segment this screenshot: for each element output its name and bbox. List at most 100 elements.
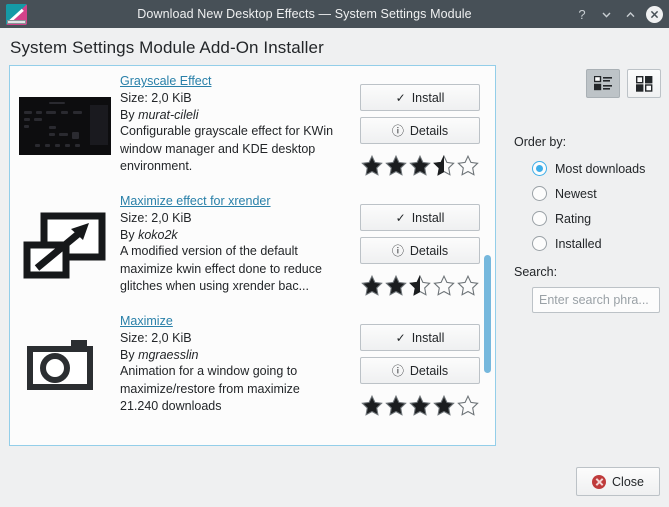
chevron-up-icon[interactable] — [619, 3, 641, 25]
author-name: murat-cileli — [138, 107, 199, 122]
install-button[interactable]: ✓ Install — [360, 204, 480, 231]
grid-view-icon — [635, 75, 652, 92]
star-icon[interactable] — [432, 394, 456, 417]
radio-label: Installed — [555, 236, 602, 251]
scrollbar-thumb[interactable] — [484, 255, 491, 373]
star-icon[interactable] — [408, 154, 432, 177]
list-item[interactable]: Grayscale Effect Size: 2,0 KiB By murat-… — [10, 66, 495, 186]
camera-placeholder-icon — [27, 340, 93, 390]
close-button-label: Close — [612, 474, 644, 489]
rating-stars[interactable] — [360, 273, 480, 297]
addon-thumbnail — [16, 198, 114, 294]
radio-indicator — [532, 186, 547, 201]
star-icon[interactable] — [456, 274, 480, 297]
addon-actions: ✓ Install ⓘ Details — [360, 324, 480, 417]
addon-list: Grayscale Effect Size: 2,0 KiB By murat-… — [10, 66, 495, 426]
addon-summary: Animation for a window going to maximize… — [120, 364, 300, 396]
install-button-label: Install — [411, 330, 445, 345]
star-icon[interactable] — [384, 274, 408, 297]
rating-stars[interactable] — [360, 393, 480, 417]
addon-actions: ✓ Install ⓘ Details — [360, 84, 480, 177]
info-icon: ⓘ — [391, 363, 404, 378]
window-controls: ? — [571, 0, 665, 28]
chevron-down-icon[interactable] — [595, 3, 617, 25]
error-close-icon — [592, 474, 607, 489]
addon-downloads: 21.240 downloads — [120, 399, 222, 413]
window-titlebar: Download New Desktop Effects — System Se… — [0, 0, 669, 28]
addon-thumbnail — [16, 78, 114, 174]
check-icon: ✓ — [395, 210, 406, 225]
radio-label: Most downloads — [555, 161, 646, 176]
star-icon[interactable] — [456, 394, 480, 417]
search-input[interactable] — [532, 287, 660, 313]
star-icon[interactable] — [360, 154, 384, 177]
app-icon — [6, 4, 27, 25]
details-button-label: Details — [409, 123, 449, 138]
list-item[interactable]: Maximize effect for xrender Size: 2,0 Ki… — [10, 186, 495, 306]
dark-screenshot-thumbnail-icon — [19, 97, 111, 155]
list-view-button[interactable] — [586, 69, 620, 98]
addon-size: Size: 2,0 KiB — [120, 91, 192, 105]
author-name: koko2k — [138, 227, 178, 242]
addon-info: Maximize effect for xrender Size: 2,0 Ki… — [120, 194, 348, 296]
addon-name-link[interactable]: Maximize effect for xrender — [120, 194, 271, 208]
view-mode-toggle-group — [586, 69, 661, 98]
addon-author: By koko2k — [120, 227, 348, 244]
page-title: System Settings Module Add-On Installer — [10, 38, 324, 57]
addon-list-panel[interactable]: Grayscale Effect Size: 2,0 KiB By murat-… — [9, 65, 496, 446]
radio-option-installed[interactable]: Installed — [532, 231, 667, 256]
check-icon: ✓ — [395, 330, 406, 345]
star-icon[interactable] — [360, 274, 384, 297]
radio-option-newest[interactable]: Newest — [532, 181, 667, 206]
radio-indicator — [532, 161, 547, 176]
star-icon[interactable] — [360, 394, 384, 417]
list-view-icon — [594, 76, 612, 91]
info-icon: ⓘ — [391, 243, 404, 258]
details-button-label: Details — [409, 363, 449, 378]
author-name: mgraesslin — [138, 347, 199, 362]
rating-stars[interactable] — [360, 153, 480, 177]
order-by-radio-group: Most downloads Newest Rating Installed — [532, 156, 667, 256]
addon-name-link[interactable]: Grayscale Effect — [120, 74, 211, 88]
close-icon[interactable] — [643, 3, 665, 25]
addon-author: By mgraesslin — [120, 347, 348, 364]
radio-indicator — [532, 211, 547, 226]
check-icon: ✓ — [395, 90, 406, 105]
help-icon[interactable]: ? — [571, 3, 593, 25]
list-scrollbar[interactable] — [481, 67, 494, 445]
radio-indicator — [532, 236, 547, 251]
by-prefix: By — [120, 347, 139, 362]
install-button-label: Install — [411, 90, 445, 105]
list-item[interactable]: Maximize Size: 2,0 KiB By mgraesslin Ani… — [10, 306, 495, 426]
details-button[interactable]: ⓘ Details — [360, 357, 480, 384]
install-button[interactable]: ✓ Install — [360, 84, 480, 111]
by-prefix: By — [120, 107, 139, 122]
grid-view-button[interactable] — [627, 69, 661, 98]
close-button[interactable]: Close — [576, 467, 660, 496]
details-button[interactable]: ⓘ Details — [360, 237, 480, 264]
addon-size: Size: 2,0 KiB — [120, 211, 192, 225]
star-icon[interactable] — [432, 154, 456, 177]
radio-label: Rating — [555, 211, 592, 226]
install-button[interactable]: ✓ Install — [360, 324, 480, 351]
addon-thumbnail — [16, 318, 114, 414]
radio-option-rating[interactable]: Rating — [532, 206, 667, 231]
star-icon[interactable] — [456, 154, 480, 177]
addon-name-link[interactable]: Maximize — [120, 314, 173, 328]
star-icon[interactable] — [408, 274, 432, 297]
star-icon[interactable] — [384, 154, 408, 177]
order-by-label: Order by: — [514, 135, 567, 149]
star-icon[interactable] — [432, 274, 456, 297]
details-button[interactable]: ⓘ Details — [360, 117, 480, 144]
radio-label: Newest — [555, 186, 597, 201]
addon-info: Maximize Size: 2,0 KiB By mgraesslin Ani… — [120, 314, 348, 415]
star-icon[interactable] — [408, 394, 432, 417]
install-button-label: Install — [411, 210, 445, 225]
star-icon[interactable] — [384, 394, 408, 417]
addon-author: By murat-cileli — [120, 107, 348, 124]
radio-option-most-downloads[interactable]: Most downloads — [532, 156, 667, 181]
addon-info: Grayscale Effect Size: 2,0 KiB By murat-… — [120, 74, 348, 176]
maximize-window-arrow-icon — [23, 212, 106, 279]
addon-size: Size: 2,0 KiB — [120, 331, 192, 345]
addon-summary: A modified version of the default maximi… — [120, 244, 322, 293]
